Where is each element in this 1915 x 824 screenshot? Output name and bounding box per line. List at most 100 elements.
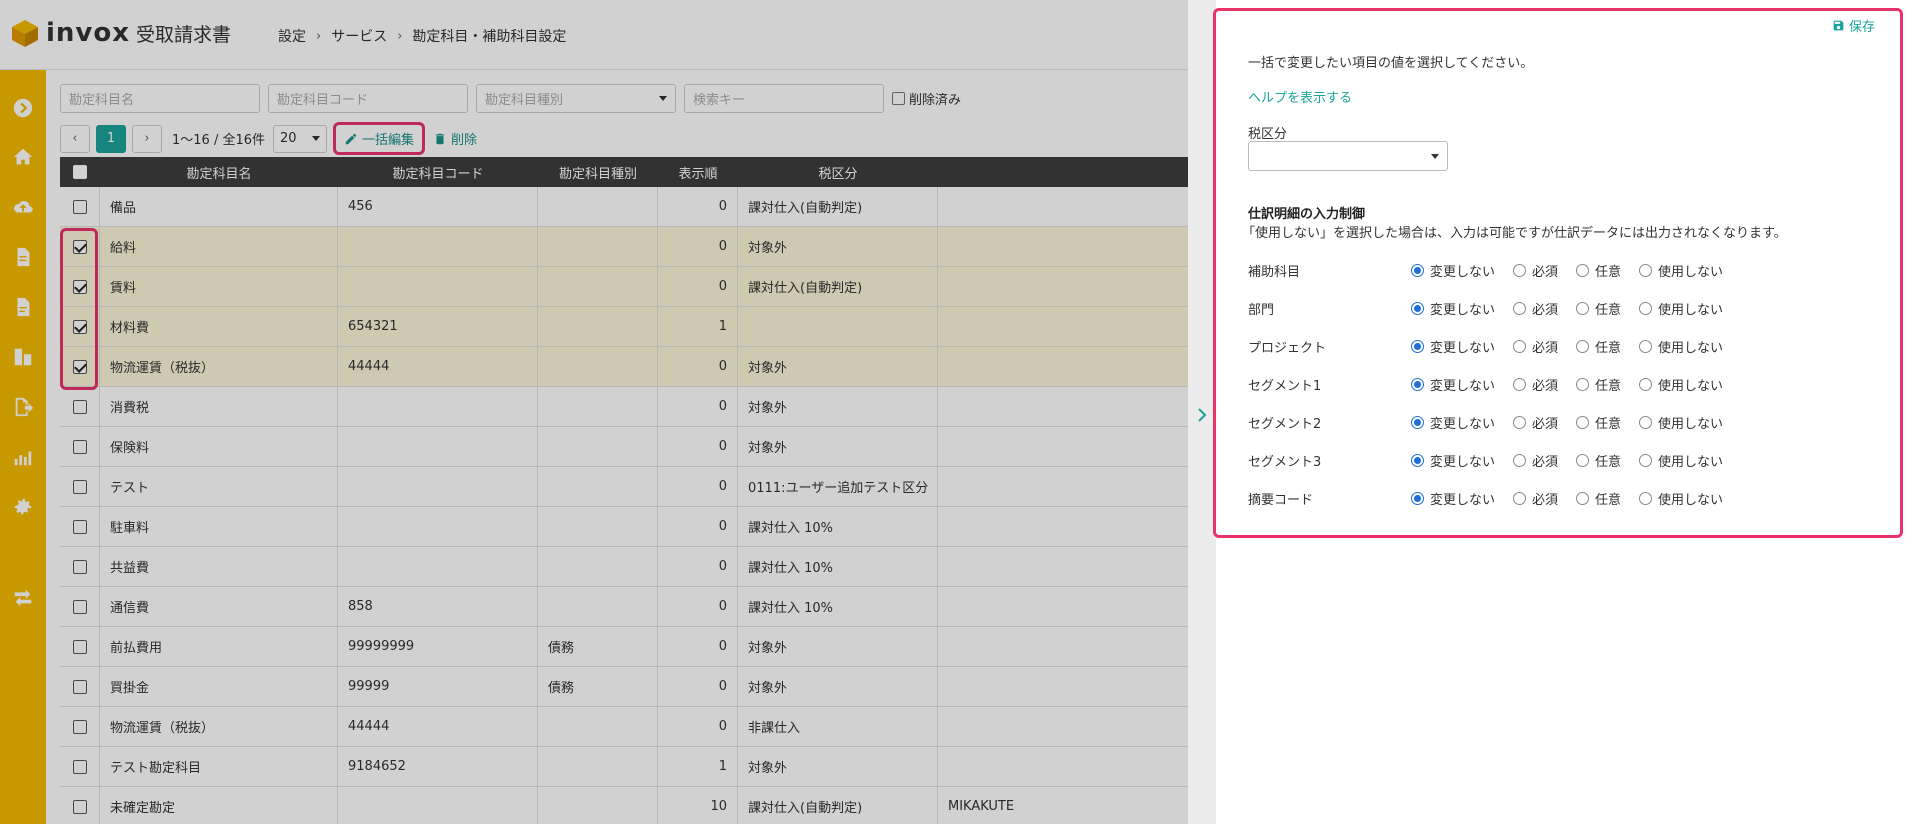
radio-option[interactable]: 変更しない [1411,299,1495,318]
radio-label: 変更しない [1430,378,1496,394]
radio-option[interactable]: 使用しない [1639,299,1723,318]
radio-option[interactable]: 必須 [1513,451,1558,470]
help-link[interactable]: ヘルプを表示する [1248,87,1352,106]
radio-label: 変更しない [1430,416,1496,432]
radio-button[interactable] [1576,415,1590,429]
radio-button[interactable] [1639,263,1653,277]
radio-button[interactable] [1411,301,1424,315]
radio-button[interactable] [1411,453,1424,467]
floppy-disk-icon [1833,20,1844,31]
radio-option[interactable]: 任意 [1576,413,1621,432]
radio-button[interactable] [1639,453,1653,467]
radio-option[interactable]: 任意 [1576,261,1621,280]
radio-button[interactable] [1411,377,1424,391]
radio-option[interactable]: 必須 [1513,337,1558,356]
radio-option[interactable]: 任意 [1576,299,1621,318]
input-control-row: セグメント3 変更しない 必須 任意 使用しない [1248,450,1741,470]
radio-label: 変更しない [1430,264,1496,280]
radio-button[interactable] [1513,339,1527,353]
radio-button[interactable] [1639,415,1653,429]
radio-label: 必須 [1532,492,1559,508]
radio-option[interactable]: 使用しない [1639,261,1723,280]
radio-label: 使用しない [1658,302,1724,318]
input-control-label: プロジェクト [1248,340,1327,356]
radio-label: 必須 [1532,378,1559,394]
input-control-row: セグメント1 変更しない 必須 任意 使用しない [1248,374,1741,394]
radio-label: 任意 [1595,264,1622,280]
radio-button[interactable] [1576,491,1590,505]
radio-button[interactable] [1639,377,1653,391]
save-label: 保存 [1849,20,1876,35]
save-button[interactable]: 保存 [1832,16,1875,35]
input-control-title: 仕訳明細の入力制御 [1248,207,1366,222]
radio-label: 任意 [1595,378,1622,394]
radio-label: 任意 [1595,454,1622,470]
radio-label: 必須 [1532,340,1559,356]
radio-button[interactable] [1639,491,1653,505]
radio-label: 変更しない [1430,302,1496,318]
input-control-row: セグメント2 変更しない 必須 任意 使用しない [1248,412,1741,432]
radio-button[interactable] [1513,377,1527,391]
radio-label: 使用しない [1658,264,1724,280]
radio-label: 任意 [1595,302,1622,318]
radio-option[interactable]: 任意 [1576,451,1621,470]
input-control-row: 摘要コード 変更しない 必須 任意 使用しない [1248,488,1741,508]
radio-button[interactable] [1576,339,1590,353]
radio-button[interactable] [1576,301,1590,315]
radio-button[interactable] [1639,301,1653,315]
app-area: invox 受取請求書 設定 › サービス › 勘定科目・補助科目設定 勘定科目… [0,0,1188,824]
radio-button[interactable] [1513,453,1527,467]
radio-label: 必須 [1532,454,1559,470]
radio-option[interactable]: 必須 [1513,413,1558,432]
input-control-row: プロジェクト 変更しない 必須 任意 使用しない [1248,336,1741,356]
overlay-dim[interactable] [0,0,1188,824]
input-control-row: 補助科目 変更しない 必須 任意 使用しない [1248,260,1741,280]
radio-label: 必須 [1532,302,1559,318]
radio-button[interactable] [1411,339,1424,353]
radio-option[interactable]: 必須 [1513,261,1558,280]
radio-button[interactable] [1639,339,1653,353]
radio-label: 任意 [1595,340,1622,356]
chevron-right-icon[interactable] [1195,405,1209,425]
radio-button[interactable] [1411,415,1424,429]
radio-option[interactable]: 任意 [1576,375,1621,394]
radio-option[interactable]: 変更しない [1411,489,1495,508]
radio-option[interactable]: 使用しない [1639,489,1723,508]
radio-option[interactable]: 使用しない [1639,337,1723,356]
radio-label: 使用しない [1658,416,1724,432]
input-control-row: 部門 変更しない 必須 任意 使用しない [1248,298,1741,318]
radio-option[interactable]: 使用しない [1639,375,1723,394]
input-control-label: 摘要コード [1248,492,1314,508]
radio-label: 変更しない [1430,340,1496,356]
radio-button[interactable] [1513,491,1527,505]
radio-label: 変更しない [1430,492,1496,508]
tax-category-label: 税区分 [1248,127,1288,142]
radio-button[interactable] [1411,263,1424,277]
panel-instruction: 一括で変更したい項目の値を選択してください。 [1248,56,1534,71]
radio-option[interactable]: 必須 [1513,375,1558,394]
radio-option[interactable]: 変更しない [1411,413,1495,432]
radio-option[interactable]: 使用しない [1639,413,1723,432]
radio-button[interactable] [1576,453,1590,467]
input-control-label: セグメント2 [1248,416,1322,432]
radio-option[interactable]: 変更しない [1411,375,1495,394]
radio-option[interactable]: 必須 [1513,299,1558,318]
radio-button[interactable] [1576,263,1590,277]
radio-option[interactable]: 変更しない [1411,337,1495,356]
radio-button[interactable] [1513,263,1527,277]
radio-option[interactable]: 使用しない [1639,451,1723,470]
radio-option[interactable]: 必須 [1513,489,1558,508]
radio-button[interactable] [1513,301,1527,315]
radio-option[interactable]: 任意 [1576,489,1621,508]
radio-button[interactable] [1513,415,1527,429]
radio-button[interactable] [1411,491,1424,505]
radio-label: 任意 [1595,492,1622,508]
radio-option[interactable]: 変更しない [1411,451,1495,470]
radio-option[interactable]: 変更しない [1411,261,1495,280]
input-control-label: セグメント3 [1248,454,1322,470]
radio-label: 使用しない [1658,340,1724,356]
radio-option[interactable]: 任意 [1576,337,1621,356]
radio-label: 必須 [1532,416,1559,432]
tax-category-select[interactable] [1248,141,1448,171]
radio-button[interactable] [1576,377,1590,391]
